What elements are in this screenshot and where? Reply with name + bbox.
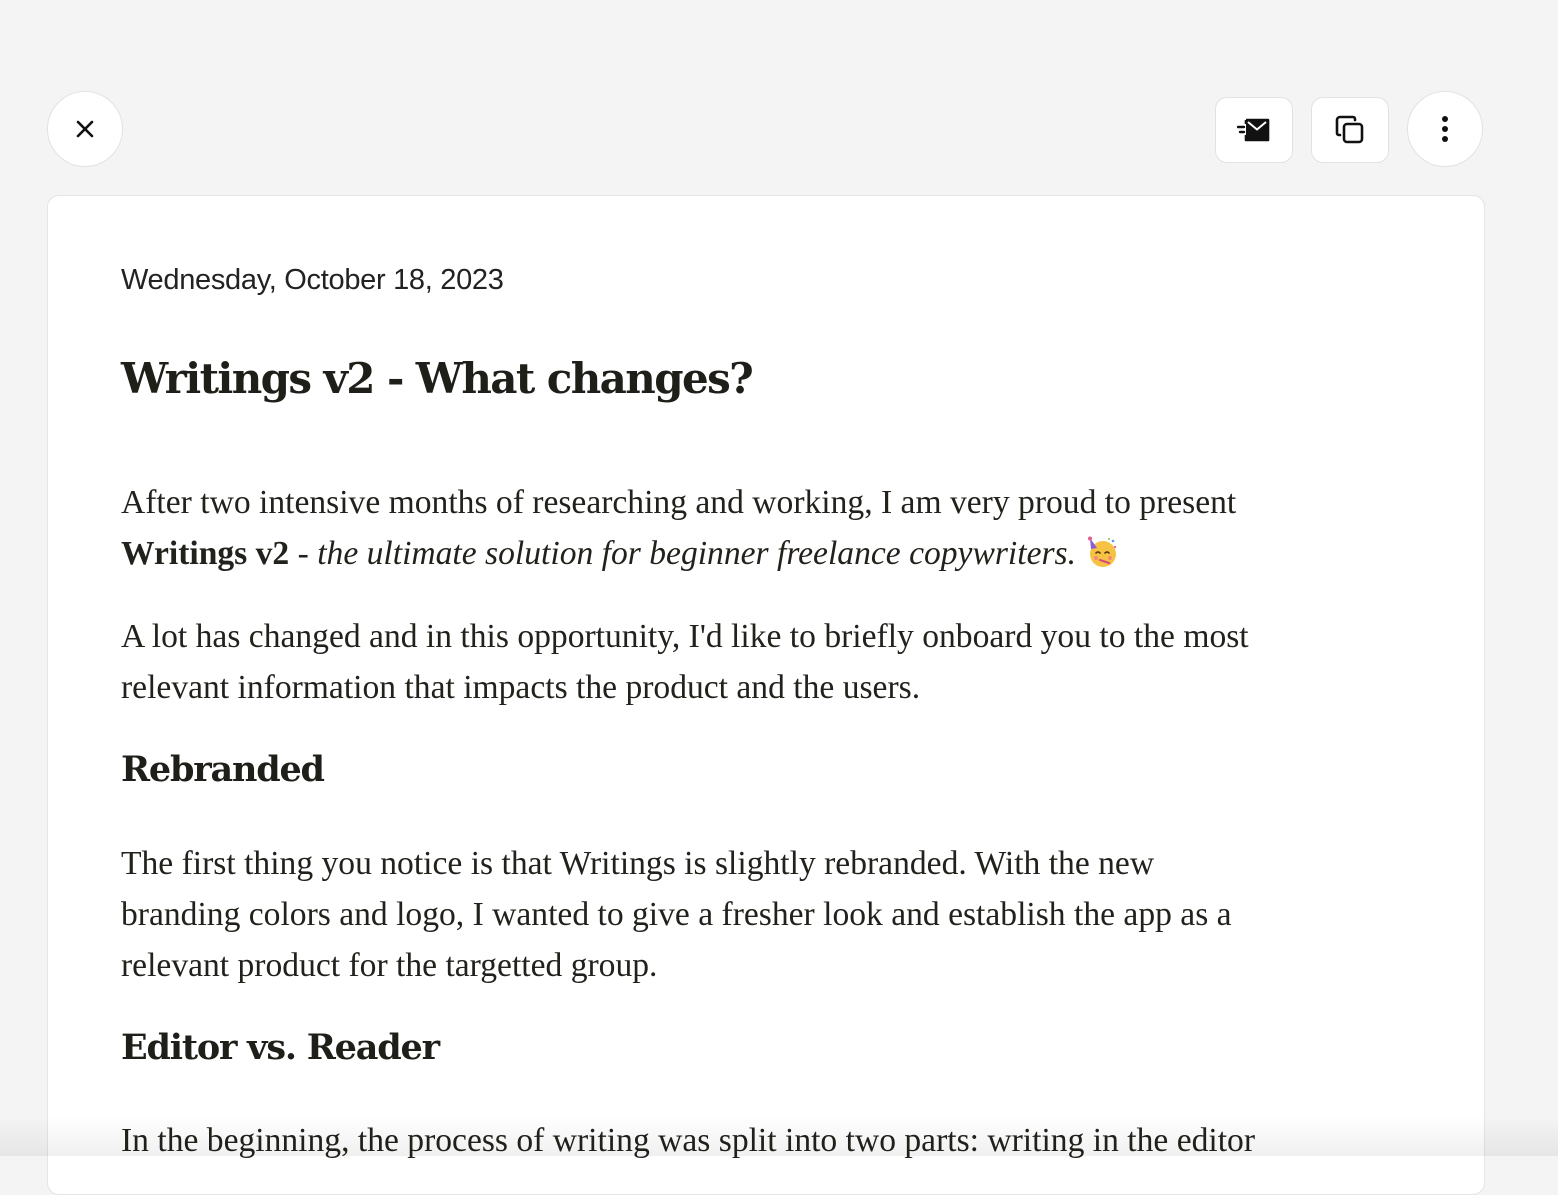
section-2-line-1: In the beginning, the process of writing… [121, 1122, 1256, 1159]
more-options-button[interactable] [1407, 91, 1483, 167]
article-title: Writings v2 - What changes? [121, 354, 754, 403]
section-heading-rebranded: Rebranded [121, 749, 325, 790]
paragraph-2-line-1: A lot has changed and in this opportunit… [121, 618, 1249, 655]
intro-paragraph: After two intensive months of researchin… [121, 477, 1236, 579]
close-button[interactable] [47, 91, 123, 167]
section-1-paragraph: The first thing you notice is that Writi… [121, 838, 1232, 991]
publish-button[interactable] [1215, 97, 1293, 163]
section-1-line-3: relevant product for the targetted group… [121, 947, 658, 984]
product-name-bold: Writings v2 [121, 535, 290, 572]
send-mail-icon [1237, 116, 1271, 144]
intro-line-1: After two intensive months of researchin… [121, 484, 1237, 521]
close-icon [74, 118, 96, 140]
more-vertical-icon [1441, 115, 1449, 143]
intro-period: . [1067, 535, 1077, 572]
section-heading-editor-vs-reader: Editor vs. Reader [121, 1027, 440, 1068]
section-2-paragraph: In the beginning, the process of writing… [121, 1115, 1255, 1166]
article-card: Wednesday, October 18, 2023 Writings v2 … [47, 195, 1485, 1195]
paragraph-2: A lot has changed and in this opportunit… [121, 611, 1249, 713]
copy-icon [1334, 114, 1366, 146]
intro-line-2: Writings v2 - the ultimate solution for … [121, 528, 1236, 579]
paragraph-2-line-2: relevant information that impacts the pr… [121, 669, 921, 706]
article-date: Wednesday, October 18, 2023 [121, 264, 504, 296]
section-1-line-2: branding colors and logo, I wanted to gi… [121, 896, 1232, 933]
product-tagline-italic: the ultimate solution for beginner freel… [317, 535, 1068, 572]
partying-face-emoji-icon [1086, 532, 1118, 567]
copy-button[interactable] [1311, 97, 1389, 163]
intro-dash: - [289, 535, 318, 572]
section-1-line-1: The first thing you notice is that Writi… [121, 845, 1155, 882]
